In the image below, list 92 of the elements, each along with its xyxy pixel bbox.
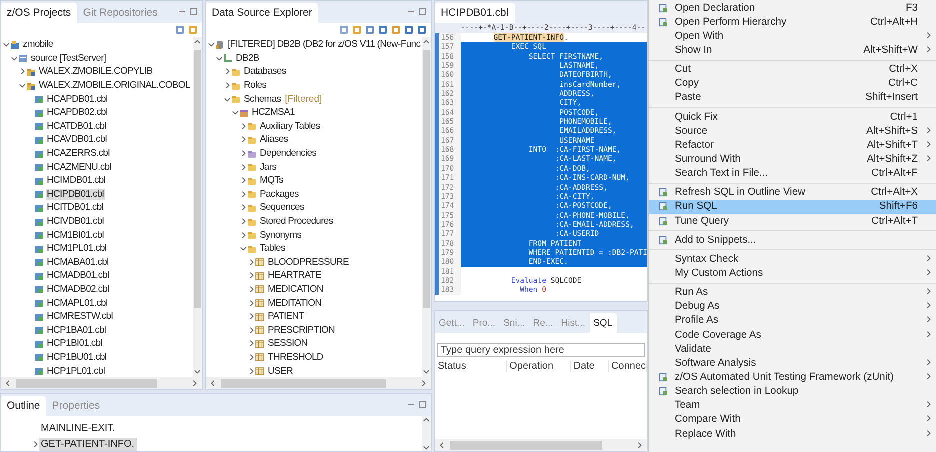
tree-item-decoration: [Filtered]	[285, 94, 322, 105]
tree-item[interactable]: HCP1BI01.cbl	[46, 338, 104, 350]
menu-item[interactable]: Validate	[649, 342, 936, 356]
tree-item[interactable]: Schemas	[243, 94, 282, 105]
menu-item[interactable]: Run SQL Shift+F6	[649, 200, 936, 214]
menu-item[interactable]: Code Coverage As	[649, 328, 936, 342]
menu-item[interactable]: Tune Query Ctrl+Alt+T	[649, 214, 936, 228]
tree-item[interactable]: HCIMDB01.cbl	[46, 175, 107, 186]
tree-item[interactable]: HCP1BA01.cbl	[46, 324, 108, 336]
tree-item[interactable]: WALEX.ZMOBILE.COPYLIB	[38, 66, 154, 78]
menu-item[interactable]: Open With	[649, 29, 936, 44]
menu-item[interactable]: Replace With	[649, 426, 936, 442]
menu-item[interactable]: Add to Snippets...	[649, 233, 936, 248]
menu-item[interactable]: Run As	[649, 286, 936, 300]
menu-item[interactable]: Refactor Alt+Shift+T	[649, 138, 936, 152]
tree-item[interactable]: BLOODPRESSURE	[267, 256, 350, 268]
tree-item[interactable]: HCATDB01.cbl	[46, 120, 108, 132]
column-header[interactable]: Status	[435, 360, 507, 372]
tree-item[interactable]: HCAZMENU.cbl	[46, 162, 112, 173]
tree-item[interactable]: SESSION	[267, 338, 309, 350]
tab[interactable]: Data Source Explorer	[206, 3, 318, 23]
menu-item[interactable]: Show In Alt+Shift+W	[649, 43, 936, 58]
tree-item[interactable]: Auxiliary Tables	[259, 120, 322, 132]
tree-item[interactable]: PATIENT	[267, 311, 306, 322]
tree-item[interactable]: HCP1PL01.cbl	[46, 366, 106, 377]
tree-item[interactable]: Roles	[243, 80, 268, 92]
menu-item[interactable]: Profile As	[649, 314, 936, 328]
tree-item[interactable]: zmobile	[22, 39, 54, 50]
tree-item[interactable]: Dependencies	[259, 148, 318, 160]
tree-item[interactable]: Aliases	[259, 134, 290, 146]
menu-item[interactable]: Syntax Check	[649, 252, 936, 266]
tree-item[interactable]: HCZMSA1	[251, 107, 296, 118]
tab[interactable]: Outline	[1, 396, 46, 416]
menu-item[interactable]: Search selection in Lookup	[649, 384, 936, 399]
tree-item[interactable]: Tables	[259, 243, 286, 254]
column-header[interactable]: Operation	[506, 360, 571, 372]
outline-item[interactable]: MAINLINE-EXIT.	[39, 422, 118, 434]
menu-item[interactable]: Refresh SQL in Outline View Ctrl+Alt+X	[649, 186, 936, 200]
menu-item[interactable]: Compare With	[649, 412, 936, 427]
tree-item[interactable]: HCMAPL01.cbl	[46, 298, 109, 309]
column-header[interactable]: Connec	[608, 360, 647, 372]
tree-item[interactable]: HCMADB01.cbl	[46, 270, 110, 282]
menu-item[interactable]: Open Perform Hierarchy Ctrl+Alt+H	[649, 15, 936, 30]
menu-item[interactable]: Open Declaration F3	[649, 1, 936, 16]
tree-item[interactable]: HCITDB01.cbl	[46, 202, 105, 214]
menu-item[interactable]: Search Text in File... Ctrl+Alt+F	[649, 166, 936, 181]
tree-item[interactable]: Packages	[259, 188, 300, 200]
menu-item[interactable]: Team	[649, 398, 936, 413]
tab[interactable]: z/OS Projects	[1, 3, 78, 23]
tab[interactable]: HCIPDB01.cbl	[435, 3, 515, 23]
menu-item[interactable]: My Custom Actions	[649, 266, 936, 281]
tree-item[interactable]: Stored Procedures	[259, 216, 334, 228]
tree-item[interactable]: MEDITATION	[267, 298, 323, 309]
tree-item[interactable]: HCAZERRS.cbl	[46, 148, 111, 160]
tree-item[interactable]: HCMRESTW.cbl	[46, 311, 114, 322]
tree-item[interactable]: USER	[267, 366, 294, 377]
tree-item[interactable]: HEARTRATE	[267, 270, 323, 282]
column-header[interactable]: Date	[570, 360, 609, 372]
tree-item[interactable]: Synonyms	[259, 230, 303, 241]
tree-item[interactable]: [FILTERED] DB2B (DB2 for z/OS V11 (New-Func	[227, 39, 422, 50]
menu-item[interactable]: Paste Shift+Insert	[649, 90, 936, 105]
tree-item[interactable]: HCAPDB02.cbl	[46, 107, 109, 118]
tree-item[interactable]: HCIVDB01.cbl	[46, 216, 106, 228]
query-field[interactable]: Type query expression here	[437, 343, 645, 357]
tree-item[interactable]: HCMABA01.cbl	[46, 256, 110, 268]
menu-item[interactable]: z/OS Automated Unit Testing Framework (zUnit)	[649, 370, 936, 385]
tree-item[interactable]: HCMADB02.cbl	[46, 284, 110, 295]
tree-item[interactable]: HCIPDB01.cbl	[46, 188, 106, 200]
menu-item[interactable]: Cut Ctrl+X	[649, 62, 936, 77]
tree-item[interactable]: MEDICATION	[267, 284, 324, 295]
tree-item[interactable]: source [TestServer]	[30, 52, 108, 64]
tree-item[interactable]: PRESCRIPTION	[267, 324, 336, 336]
menu-item[interactable]: Copy Ctrl+C	[649, 76, 936, 91]
tree-item[interactable]: HCP1BU01.cbl	[46, 352, 108, 363]
menu-item[interactable]: Debug As	[649, 300, 936, 314]
tree-item[interactable]: WALEX.ZMOBILE.ORIGINAL.COBOL	[38, 80, 192, 92]
tree-item[interactable]: THRESHOLD	[267, 352, 324, 363]
tree-item[interactable]: HCM1BI01.cbl	[46, 230, 106, 241]
menu-item[interactable]: Software Analysis	[649, 356, 936, 370]
tree-item[interactable]: DB2B	[235, 52, 260, 64]
outline-item[interactable]: GET-PATIENT-INFO.	[39, 438, 137, 450]
tab[interactable]: SQL	[590, 313, 617, 333]
tree-item[interactable]: Sequences	[259, 202, 306, 214]
menu-item[interactable]: Quick Fix Ctrl+1	[649, 110, 936, 124]
tree-item[interactable]: Jars	[259, 162, 278, 173]
tree-item[interactable]: HCAPDB01.cbl	[46, 94, 109, 105]
menu-item[interactable]: Surround With Alt+Shift+Z	[649, 152, 936, 167]
menu-item[interactable]: Source Alt+Shift+S	[649, 124, 936, 138]
tree-item[interactable]: HCM1PL01.cbl	[46, 243, 108, 254]
tree-item[interactable]: Databases	[243, 66, 288, 78]
tree-item[interactable]: MQTs	[259, 175, 284, 186]
tree-item[interactable]: HCAVDB01.cbl	[46, 134, 108, 146]
